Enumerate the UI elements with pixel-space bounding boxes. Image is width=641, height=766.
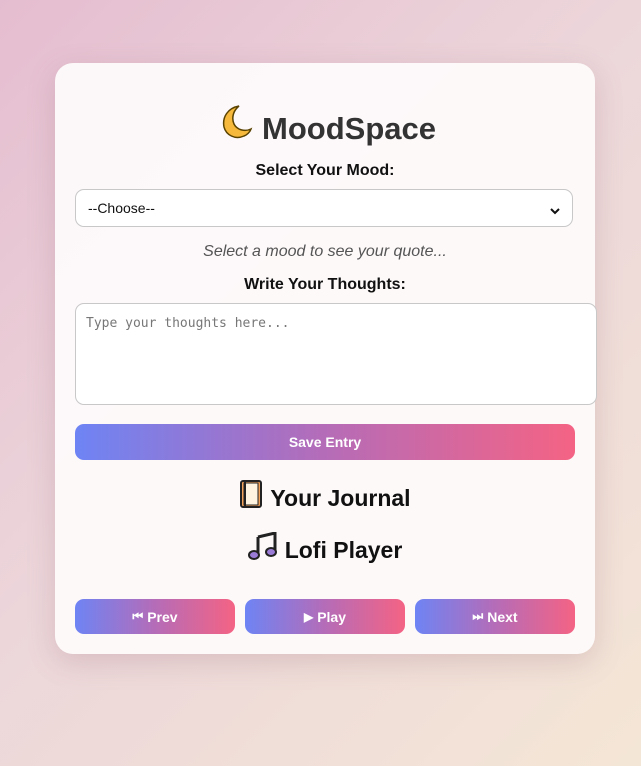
player-heading: Lofi Player	[55, 531, 595, 567]
mood-select-value: --Choose--	[88, 200, 155, 216]
next-button[interactable]: ⏭ Next	[415, 599, 575, 634]
prev-button-label: Prev	[147, 608, 178, 625]
music-note-icon	[247, 531, 278, 567]
prev-button[interactable]: ⏮ Prev	[75, 599, 235, 634]
next-track-icon: ⏭	[472, 609, 484, 623]
journal-title: Your Journal	[270, 485, 411, 511]
player-title: Lofi Player	[284, 537, 403, 563]
app-title: MoodSpace	[55, 105, 595, 154]
thoughts-label: Write Your Thoughts:	[244, 276, 406, 293]
play-icon: ▶	[303, 609, 314, 624]
previous-track-icon: ⏮	[132, 609, 144, 623]
save-entry-button[interactable]: Save Entry	[75, 424, 575, 460]
mood-label: Select Your Mood:	[255, 162, 395, 179]
chevron-down-icon	[550, 203, 560, 215]
app-title-text: MoodSpace	[262, 111, 436, 146]
crescent-moon-icon	[214, 102, 254, 154]
notebook-icon	[239, 480, 263, 515]
mood-select[interactable]: --Choose--	[75, 189, 573, 227]
mood-quote: Select a mood to see your quote...	[203, 243, 447, 260]
journal-heading: Your Journal	[55, 480, 595, 515]
play-button-label: Play	[317, 608, 347, 625]
play-button[interactable]: ▶ Play	[245, 599, 405, 634]
mood-card: MoodSpace Select Your Mood: --Choose-- S…	[55, 63, 597, 654]
thoughts-textarea[interactable]: Type your thoughts here...	[75, 303, 597, 405]
next-button-label: Next	[487, 608, 518, 625]
thoughts-placeholder: Type your thoughts here...	[86, 316, 290, 331]
